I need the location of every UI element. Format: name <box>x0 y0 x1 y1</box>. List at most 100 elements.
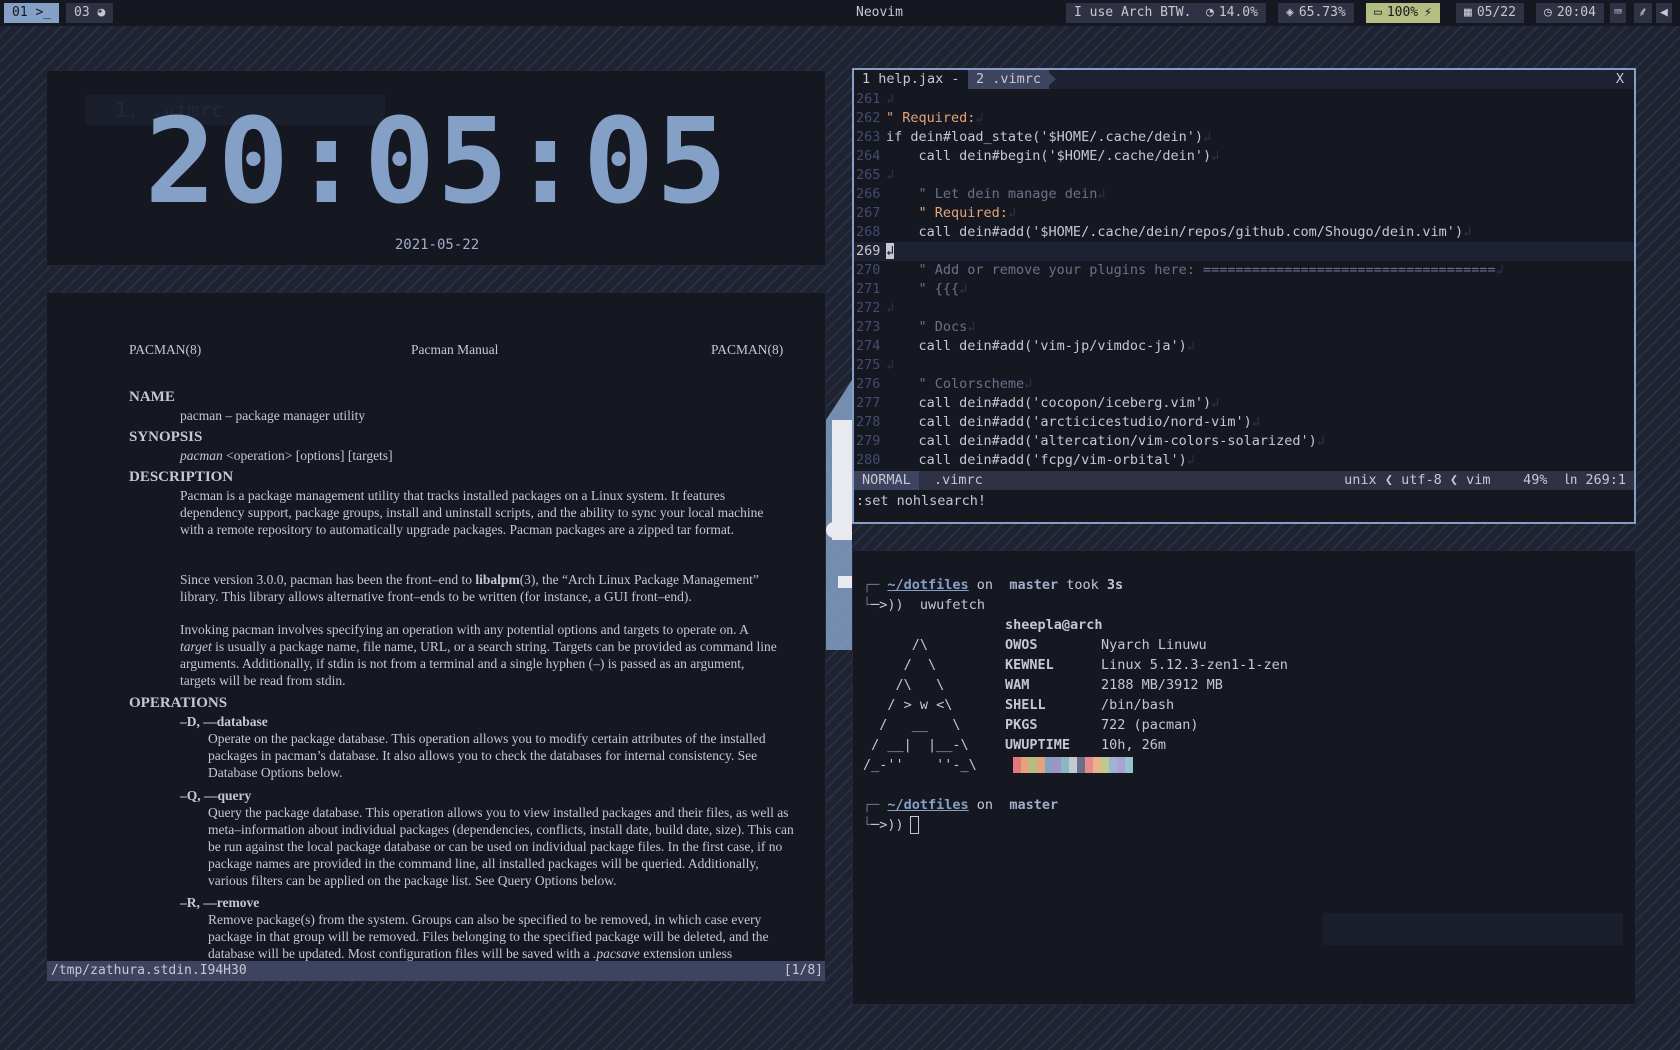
status-filename: /tmp/zathura.stdin.I94H30 <box>51 963 247 978</box>
tab-separator <box>1046 70 1056 88</box>
zathura-window[interactable]: PACMAN(8) Pacman Manual PACMAN(8) NAME p… <box>46 292 826 982</box>
color-swatch <box>1037 757 1045 773</box>
ascii-art-line: /\ <box>863 637 929 653</box>
fetch-key: OWOS <box>1005 637 1038 653</box>
prompt-box-top: ┌─ <box>863 797 888 813</box>
tab-help-jax[interactable]: 1 help.jax - <box>854 70 968 89</box>
percent: 49% <box>1523 472 1548 488</box>
fetch-value: Linux 5.12.3-zen1-1-zen <box>1101 657 1288 673</box>
prompt-box-bottom: └ <box>863 817 872 833</box>
color-swatch <box>1077 757 1085 773</box>
prompt-box-top: ┌─ <box>863 577 888 593</box>
tray-volume[interactable]: ◀ <box>1656 3 1672 23</box>
git-branch: master <box>1009 577 1059 593</box>
code-line: call dein#add('cocopon/iceberg.vim') <box>886 395 1212 411</box>
terminal-cursor <box>909 816 919 834</box>
man-page: PACMAN(8) Pacman Manual PACMAN(8) NAME p… <box>47 293 825 961</box>
cpu-value: 14.0% <box>1218 5 1258 20</box>
date-module: ▦ 05/22 <box>1456 3 1524 23</box>
big-clock: 20:05:05 <box>144 92 730 230</box>
encoding: utf-8 <box>1401 472 1442 488</box>
line-number: 269 <box>856 243 881 259</box>
command: uwufetch <box>919 597 985 613</box>
ascii-art-line: /_-'' ''-_\ <box>863 757 977 773</box>
nvim-tabline: 1 help.jax - 2 .vimrc X <box>854 70 1634 89</box>
chevron-left-icon: ❮ <box>1384 472 1393 488</box>
fetch-key: KEWNEL <box>1005 657 1054 673</box>
line-number: 273 <box>856 319 881 335</box>
fetch-value: /bin/bash <box>1101 697 1175 713</box>
prompt-line-1: ┌─ ~/dotfiles on master took 3s <box>863 575 1123 595</box>
ascii-art-line: / __| |__-\ <box>863 737 969 753</box>
prompt-glyph: ─>)) <box>871 817 904 833</box>
status-right: unix ❮ utf-8 ❮ vim 49% ㏑ 269:1 <box>1344 471 1626 490</box>
prompt-on: on <box>968 797 1002 813</box>
fetch-key: WAM <box>1005 677 1030 693</box>
description-p2: Since version 3.0.0, pacman has been the… <box>180 571 780 605</box>
ascii-art-line: / > w <\ <box>863 697 953 713</box>
description-p3: Invoking pacman involves specifying an o… <box>180 621 780 689</box>
cursor-position: 269:1 <box>1585 472 1626 488</box>
nvim-cmdline[interactable]: :set nohlsearch! <box>856 492 986 511</box>
desc-p3-a: Invoking pacman involves specifying an o… <box>180 622 749 637</box>
description-p1: Pacman is a package management utility t… <box>180 488 764 537</box>
tray-keyboard[interactable]: ⌨ <box>1610 3 1626 23</box>
line-number: 264 <box>856 148 881 164</box>
option-query-text: Query the package database. This operati… <box>208 805 794 888</box>
neovim-window[interactable]: 1 help.jax - 2 .vimrc X 261 ↲ 262 " Requir… <box>852 68 1636 524</box>
option-database-text: Operate on the package database. This op… <box>208 731 766 780</box>
arch-module: I use Arch BTW. <box>1066 3 1200 23</box>
date-value: 05/22 <box>1476 5 1516 20</box>
charging-plug-icon: ⚡ <box>1424 5 1432 20</box>
name-text: pacman – package manager utility <box>180 408 366 423</box>
fileformat: unix <box>1344 472 1377 488</box>
memory-icon: ◈ <box>1286 5 1294 20</box>
chevron-left-icon: ❮ <box>1449 472 1459 488</box>
man-header-right: PACMAN(8) <box>711 342 784 357</box>
terminal-window[interactable]: ┌─ ~/dotfiles on master took 3s └─>)) uw… <box>852 550 1636 1005</box>
code-line: call dein#add('vim-jp/vimdoc-ja') <box>886 338 1187 354</box>
section-name: NAME <box>129 389 175 405</box>
line-number: 279 <box>856 433 881 449</box>
option-database: –D, ––database <box>180 714 268 729</box>
tray-feather[interactable]: ⸙ <box>1634 3 1652 23</box>
workspace-03[interactable]: 03 ◕ <box>66 3 114 23</box>
fetch-value: 722 (pacman) <box>1101 717 1199 733</box>
line-number: 276 <box>856 376 881 392</box>
synopsis-cmd: pacman <box>180 448 223 463</box>
tab-vimrc[interactable]: 2 .vimrc <box>968 70 1050 89</box>
close-tab-button[interactable]: X <box>1616 70 1624 89</box>
code-line: call dein#begin('$HOME/.cache/dein') <box>886 148 1212 164</box>
line-number: 271 <box>856 281 881 297</box>
filetype: vim <box>1466 472 1491 488</box>
prompt-path: ~/dotfiles <box>887 797 969 813</box>
ascii-art-line: /\ \ <box>863 677 945 693</box>
cpu-gauge-icon: ◔ <box>1206 5 1214 20</box>
clock-window: 1. .vimrc 20:05:05 2021-05-22 <box>46 70 826 266</box>
code-line: " Colorscheme <box>886 376 1025 392</box>
code-line: " {{{ <box>886 281 960 297</box>
line-number: 278 <box>856 414 881 430</box>
nvim-buffer[interactable]: 261 ↲ 262 " Required:↲ 263 if dein#load_sta… <box>854 90 1634 470</box>
git-branch: master <box>1009 797 1059 813</box>
prompt-input-2[interactable]: └─>)) <box>863 815 919 835</box>
status-page-count: [1/8] <box>783 963 823 978</box>
fetch-value: 10h, 26m <box>1101 737 1167 753</box>
workspace-01[interactable]: 01 >_ <box>4 3 60 23</box>
mode-indicator: NORMAL <box>854 471 919 490</box>
fetch-key: SHELL <box>1005 697 1046 713</box>
color-swatch <box>1117 757 1125 773</box>
color-swatch <box>1125 757 1133 773</box>
prompt-path: ~/dotfiles <box>887 577 969 593</box>
ghost-block <box>1323 913 1623 945</box>
prompt-box-bottom: └ <box>863 597 872 613</box>
took-time: 3s <box>1106 577 1124 593</box>
fetch-value: Nyarch Linuwu <box>1101 637 1207 653</box>
volume-icon: ◀ <box>1660 5 1668 20</box>
man-header-left: PACMAN(8) <box>129 342 202 357</box>
feather-icon: ⸙ <box>1638 5 1648 20</box>
code-line: if dein#load_state('$HOME/.cache/dein') <box>886 129 1203 145</box>
memory-module: ◈ 65.73% <box>1278 3 1354 23</box>
line-number: 277 <box>856 395 881 411</box>
line-number: 266 <box>856 186 881 202</box>
